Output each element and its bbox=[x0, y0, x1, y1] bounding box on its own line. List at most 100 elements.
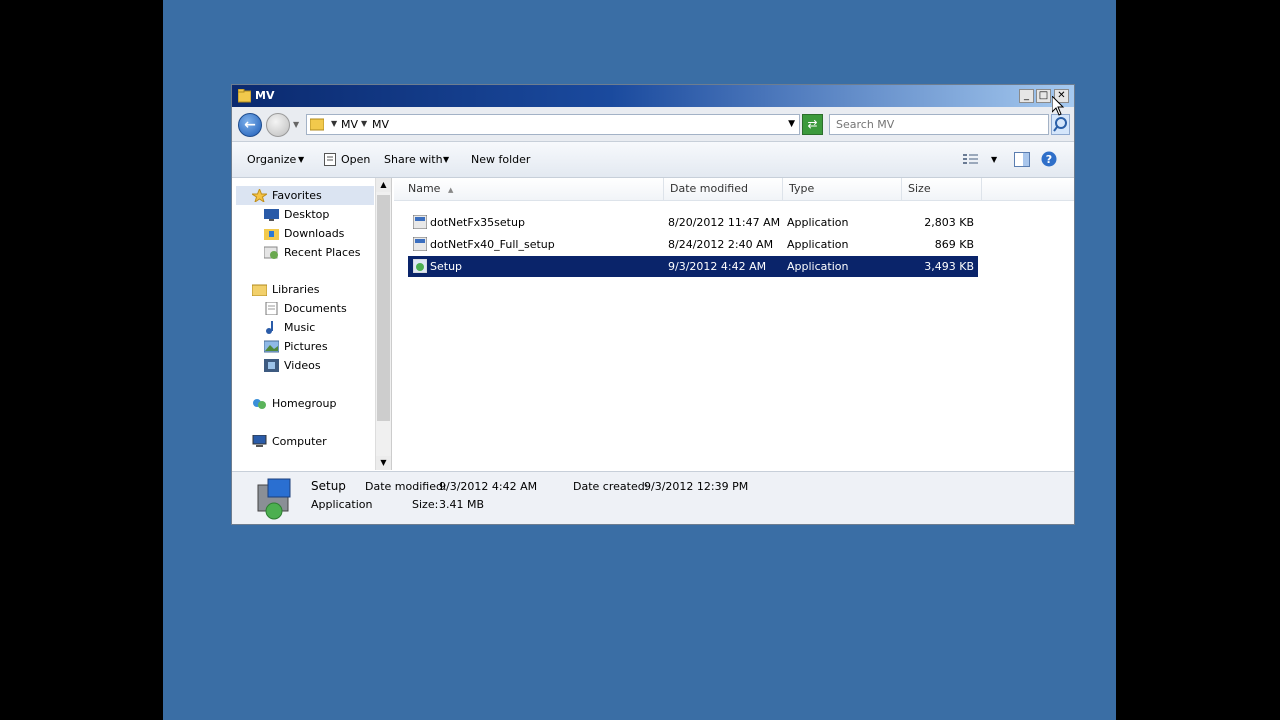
refresh-button[interactable]: ⇄ bbox=[802, 114, 823, 135]
details-date-modified: 9/3/2012 4:42 AM bbox=[439, 480, 538, 493]
search-button[interactable] bbox=[1051, 114, 1070, 135]
nav-item-videos[interactable]: Videos bbox=[264, 356, 321, 375]
installer-icon bbox=[413, 259, 427, 273]
folder-icon bbox=[238, 89, 251, 103]
open-icon bbox=[324, 153, 336, 166]
nav-libraries-label: Libraries bbox=[272, 283, 320, 296]
nav-libraries[interactable]: Libraries bbox=[252, 280, 320, 299]
organize-button[interactable]: Organize bbox=[247, 153, 296, 166]
column-header-type[interactable]: Type bbox=[783, 178, 902, 200]
nav-scrollbar[interactable]: ▲ ▼ bbox=[375, 178, 391, 470]
details-date-created: 9/3/2012 12:39 PM bbox=[644, 480, 749, 493]
nav-item-label: Downloads bbox=[284, 227, 345, 240]
file-date: 8/24/2012 2:40 AM bbox=[668, 238, 774, 251]
libraries-icon bbox=[252, 284, 267, 296]
file-name: dotNetFx40_Full_setup bbox=[430, 238, 555, 251]
breadcrumb-item[interactable]: MV bbox=[341, 118, 358, 131]
nav-homegroup[interactable]: Homegroup bbox=[252, 394, 336, 413]
breadcrumb-item[interactable]: MV bbox=[372, 118, 389, 131]
pictures-icon bbox=[264, 340, 279, 353]
nav-favorites-label: Favorites bbox=[272, 189, 322, 202]
desktop-icon bbox=[264, 209, 279, 221]
navigation-pane: Favorites Desktop Downloads Recent Place… bbox=[232, 178, 390, 470]
title-bar[interactable]: MV _ □ ✕ bbox=[232, 85, 1074, 107]
file-name: dotNetFx35setup bbox=[430, 216, 525, 229]
file-row[interactable]: dotNetFx40_Full_setup 8/24/2012 2:40 AM … bbox=[408, 234, 978, 255]
nav-computer[interactable]: Computer bbox=[252, 432, 327, 451]
file-type: Application bbox=[787, 216, 849, 229]
column-header-size[interactable]: Size bbox=[902, 178, 982, 200]
chevron-down-icon[interactable]: ▼ bbox=[991, 155, 997, 164]
file-size: 3,493 KB bbox=[924, 260, 974, 273]
arrow-left-icon: ← bbox=[244, 117, 256, 133]
address-bar-row: ← ▼ ▼ MV ▼ MV ▼ ⇄ bbox=[232, 107, 1074, 142]
nav-homegroup-label: Homegroup bbox=[272, 397, 337, 410]
file-date: 8/20/2012 11:47 AM bbox=[668, 216, 781, 229]
column-header-date[interactable]: Date modified bbox=[664, 178, 783, 200]
nav-item-pictures[interactable]: Pictures bbox=[264, 337, 328, 356]
search-box[interactable] bbox=[829, 114, 1049, 135]
preview-pane-icon[interactable] bbox=[1014, 152, 1030, 167]
share-with-button[interactable]: Share with bbox=[384, 153, 443, 166]
installer-icon bbox=[257, 478, 291, 520]
nav-item-label: Music bbox=[284, 321, 316, 334]
file-name: Setup bbox=[430, 260, 463, 273]
nav-item-label: Desktop bbox=[284, 208, 330, 221]
refresh-icon: ⇄ bbox=[807, 117, 818, 131]
view-options-icon[interactable] bbox=[963, 153, 978, 166]
details-pane: Setup Application Date modified: 9/3/201… bbox=[232, 471, 1074, 524]
new-folder-button[interactable]: New folder bbox=[471, 153, 530, 166]
file-row-selected[interactable]: Setup 9/3/2012 4:42 AM Application 3,493… bbox=[408, 256, 978, 277]
nav-item-desktop[interactable]: Desktop bbox=[264, 205, 329, 224]
open-button[interactable]: Open bbox=[341, 153, 370, 166]
history-dropdown-icon[interactable]: ▼ bbox=[293, 120, 299, 129]
scroll-up-icon[interactable]: ▲ bbox=[376, 178, 391, 192]
chevron-down-icon[interactable]: ▼ bbox=[361, 119, 367, 128]
nav-item-downloads[interactable]: Downloads bbox=[264, 224, 344, 243]
file-date: 9/3/2012 4:42 AM bbox=[668, 260, 767, 273]
maximize-button[interactable]: □ bbox=[1036, 89, 1051, 103]
chevron-down-icon[interactable]: ▼ bbox=[443, 155, 449, 164]
chevron-down-icon[interactable]: ▼ bbox=[331, 119, 337, 128]
help-icon[interactable]: ? bbox=[1041, 151, 1057, 167]
column-header-label: Name bbox=[408, 182, 441, 195]
back-button[interactable]: ← bbox=[238, 113, 262, 137]
file-list: Name ▲ Date modified Type Size dotNetFx3… bbox=[394, 178, 1074, 470]
application-icon bbox=[413, 215, 427, 229]
minimize-button[interactable]: _ bbox=[1019, 89, 1034, 103]
documents-icon bbox=[265, 302, 278, 315]
file-type: Application bbox=[787, 238, 849, 251]
details-date-created-label: Date created: bbox=[573, 480, 649, 493]
star-icon bbox=[252, 189, 267, 202]
column-header-name[interactable]: Name ▲ bbox=[402, 178, 664, 200]
nav-item-label: Documents bbox=[284, 302, 347, 315]
mouse-pointer-icon bbox=[1052, 96, 1065, 116]
sort-ascending-icon: ▲ bbox=[447, 186, 454, 194]
recent-places-icon bbox=[264, 246, 278, 259]
file-row[interactable]: dotNetFx35setup 8/20/2012 11:47 AM Appli… bbox=[408, 212, 978, 233]
nav-item-recent-places[interactable]: Recent Places bbox=[264, 243, 361, 262]
forward-button[interactable] bbox=[266, 113, 290, 137]
command-bar: Organize ▼ Open Share with ▼ New folder … bbox=[232, 142, 1074, 178]
folder-icon bbox=[310, 118, 324, 131]
nav-item-label: Pictures bbox=[284, 340, 328, 353]
homegroup-icon bbox=[253, 399, 266, 409]
chevron-down-icon[interactable]: ▼ bbox=[298, 155, 304, 164]
scroll-thumb[interactable] bbox=[377, 195, 390, 421]
scroll-down-icon[interactable]: ▼ bbox=[376, 456, 391, 470]
downloads-folder-icon bbox=[264, 229, 279, 240]
column-header-row: Name ▲ Date modified Type Size bbox=[394, 178, 1074, 201]
nav-item-label: Videos bbox=[284, 359, 321, 372]
search-input[interactable] bbox=[834, 117, 1018, 132]
details-size: 3.41 MB bbox=[439, 498, 485, 511]
details-file-type: Application bbox=[311, 498, 373, 511]
music-icon bbox=[266, 321, 273, 334]
nav-item-documents[interactable]: Documents bbox=[264, 299, 347, 318]
nav-favorites[interactable]: Favorites bbox=[236, 186, 374, 205]
address-dropdown-icon[interactable]: ▼ bbox=[788, 119, 795, 129]
details-file-name: Setup bbox=[311, 479, 346, 493]
nav-item-music[interactable]: Music bbox=[264, 318, 315, 337]
computer-icon bbox=[252, 435, 267, 447]
address-box[interactable]: ▼ MV ▼ MV ▼ bbox=[306, 114, 800, 135]
file-type: Application bbox=[787, 260, 849, 273]
